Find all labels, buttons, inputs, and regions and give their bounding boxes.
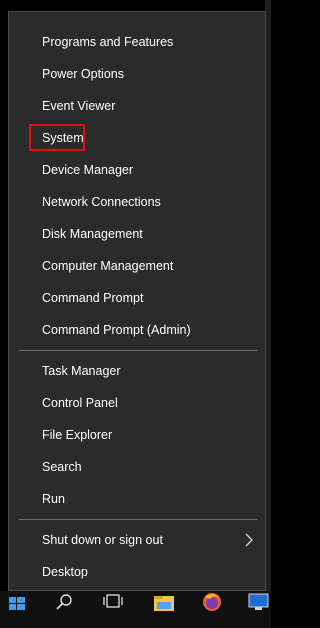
menu-item-task-manager[interactable]: Task Manager: [9, 356, 265, 386]
menu-item-file-explorer[interactable]: File Explorer: [9, 420, 265, 450]
menu-item-search[interactable]: Search: [9, 452, 265, 482]
menu-item-event-viewer[interactable]: Event Viewer: [9, 91, 265, 121]
menu-item-desktop[interactable]: Desktop: [9, 557, 265, 587]
system-highlight-box: [29, 124, 85, 151]
firefox-icon[interactable]: [200, 591, 224, 628]
menu-item-run[interactable]: Run: [9, 484, 265, 514]
windows-start-icon[interactable]: [8, 591, 28, 628]
file-explorer-icon[interactable]: [152, 591, 176, 628]
menu-item-power-options[interactable]: Power Options: [9, 59, 265, 89]
menu-item-control-panel[interactable]: Control Panel: [9, 388, 265, 418]
menu-separator: [19, 519, 257, 520]
search-icon[interactable]: [54, 591, 76, 628]
menu-item-network-connections[interactable]: Network Connections: [9, 187, 265, 217]
menu-item-programs-and-features[interactable]: Programs and Features: [9, 27, 265, 57]
menu-item-device-manager[interactable]: Device Manager: [9, 155, 265, 185]
menu-item-disk-management[interactable]: Disk Management: [9, 219, 265, 249]
menu-item-label: Shut down or sign out: [42, 533, 163, 547]
menu-item-computer-management[interactable]: Computer Management: [9, 251, 265, 281]
menu-separator: [19, 350, 257, 351]
network-icon[interactable]: [246, 591, 271, 628]
taskbar: [0, 591, 271, 628]
menu-item-command-prompt[interactable]: Command Prompt: [9, 283, 265, 313]
chevron-right-icon: [245, 533, 253, 547]
task-view-icon[interactable]: [102, 591, 124, 628]
menu-item-command-prompt-admin[interactable]: Command Prompt (Admin): [9, 315, 265, 345]
menu-item-shut-down-or-sign-out[interactable]: Shut down or sign out: [9, 525, 265, 555]
winx-power-user-menu: Programs and Features Power Options Even…: [8, 11, 266, 591]
